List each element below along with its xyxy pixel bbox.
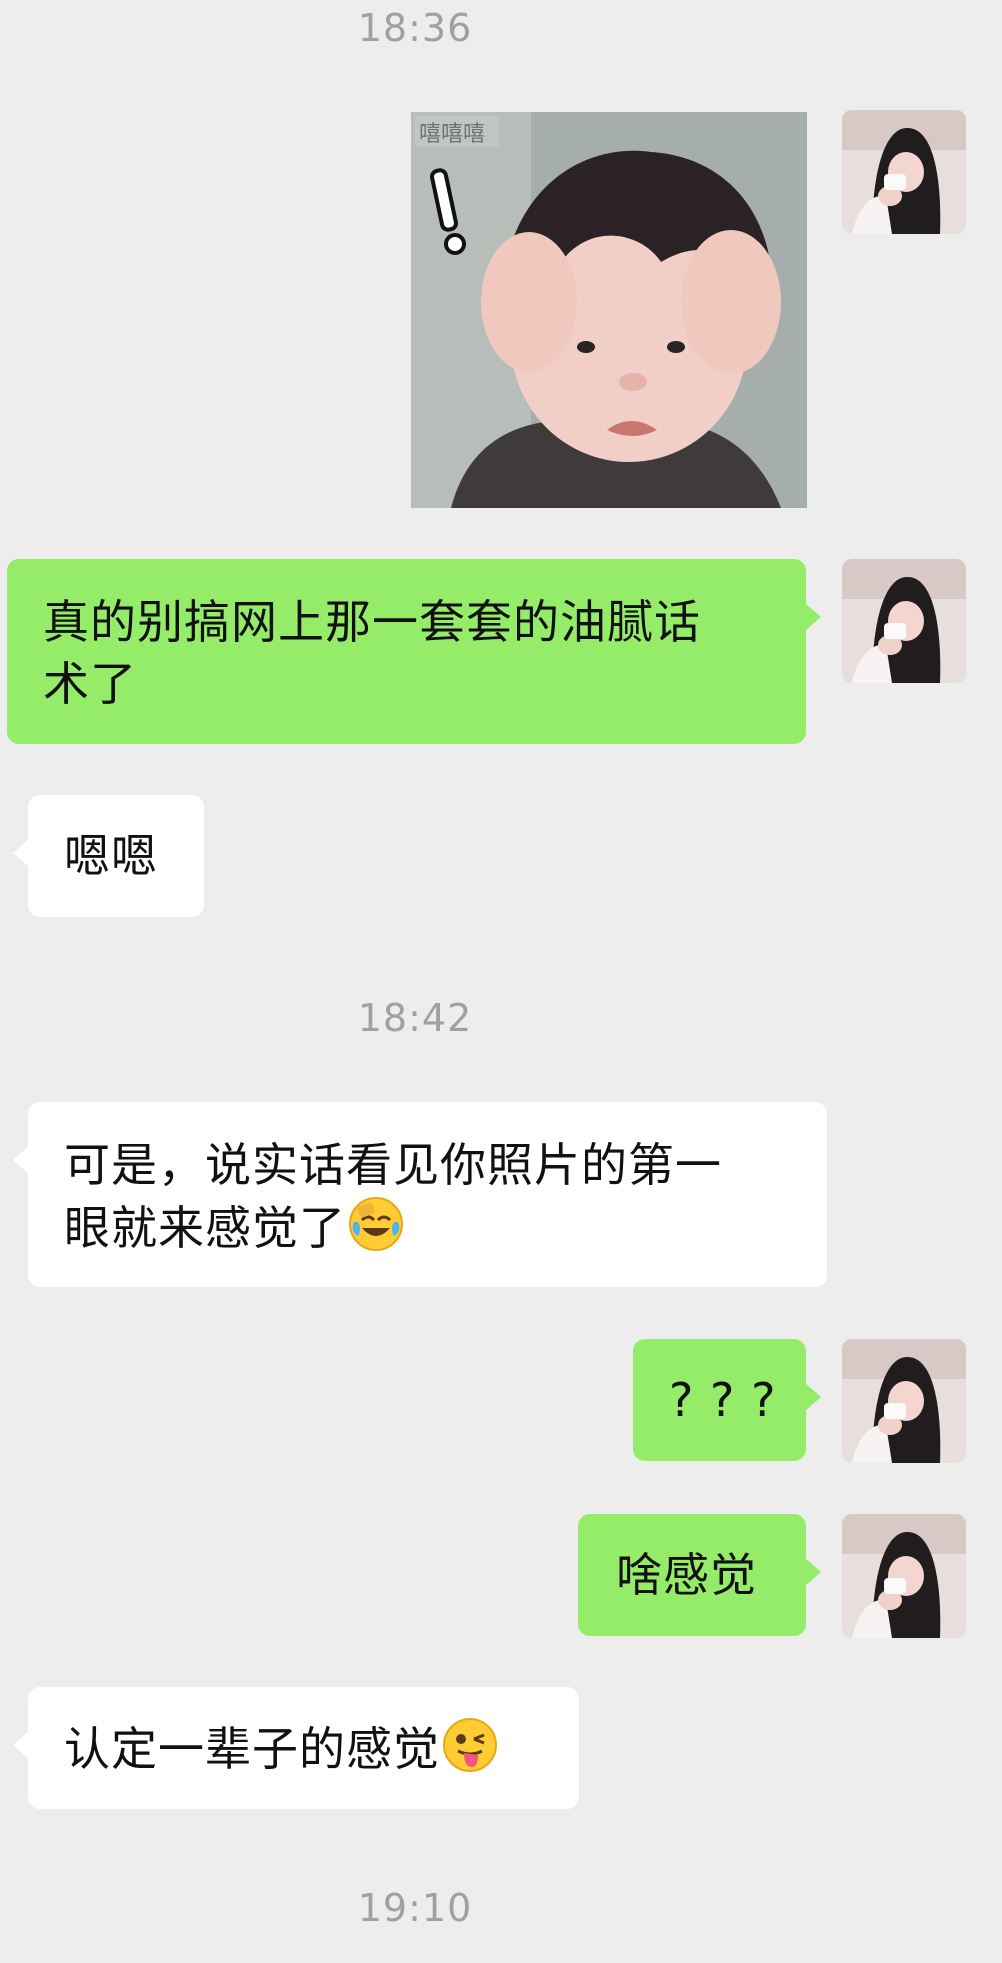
message-text: ? ? ?	[669, 1373, 777, 1427]
message-text: 眼就来感觉了	[64, 1201, 346, 1255]
message-text: 认定一辈子的感觉	[64, 1722, 440, 1776]
sticker-watermark: 嘻嘻嘻	[419, 122, 486, 147]
sticker-image[interactable]: 嘻嘻嘻	[411, 112, 807, 508]
other-message-bubble[interactable]: 嗯嗯	[13, 795, 204, 917]
my-message-bubble[interactable]: 真的别搞网上那一套套的油腻话 术了	[7, 559, 821, 744]
message-text: 术了	[43, 657, 137, 711]
message-text: 可是，说实话看见你照片的第一	[64, 1138, 722, 1192]
girl-avatar-icon	[842, 110, 966, 234]
other-message-bubble[interactable]: 认定一辈子的感觉	[13, 1687, 579, 1809]
message-text: 啥感觉	[616, 1548, 757, 1602]
face-with-tears-of-joy-icon	[348, 1196, 404, 1267]
my-avatar[interactable]	[842, 559, 966, 683]
message-text: 嗯嗯	[64, 829, 158, 883]
my-avatar[interactable]	[842, 110, 966, 234]
my-avatar[interactable]	[842, 1339, 966, 1463]
my-avatar[interactable]	[842, 1514, 966, 1638]
baby-headache-sticker-icon	[411, 112, 807, 508]
girl-avatar-icon	[842, 1514, 966, 1638]
girl-avatar-icon	[842, 559, 966, 683]
timestamp: 19:10	[357, 1886, 473, 1930]
message-text: 真的别搞网上那一套套的油腻话	[43, 595, 701, 649]
my-message-bubble[interactable]: ? ? ?	[633, 1339, 821, 1461]
timestamp: 18:36	[357, 6, 473, 50]
girl-avatar-icon	[842, 1339, 966, 1463]
timestamp: 18:42	[357, 996, 473, 1040]
my-message-bubble[interactable]: 啥感觉	[578, 1514, 821, 1636]
winking-face-with-tongue-icon	[442, 1717, 498, 1788]
other-message-bubble[interactable]: 可是，说实话看见你照片的第一 眼就来感觉了	[13, 1102, 827, 1287]
